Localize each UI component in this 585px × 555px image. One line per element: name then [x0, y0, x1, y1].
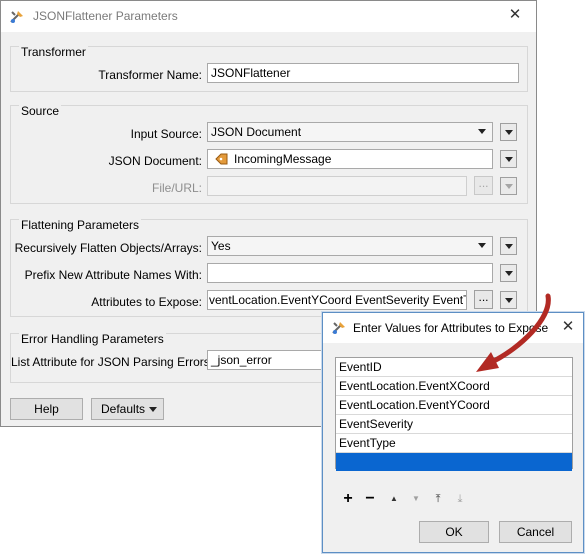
annotation-arrow — [476, 293, 551, 372]
